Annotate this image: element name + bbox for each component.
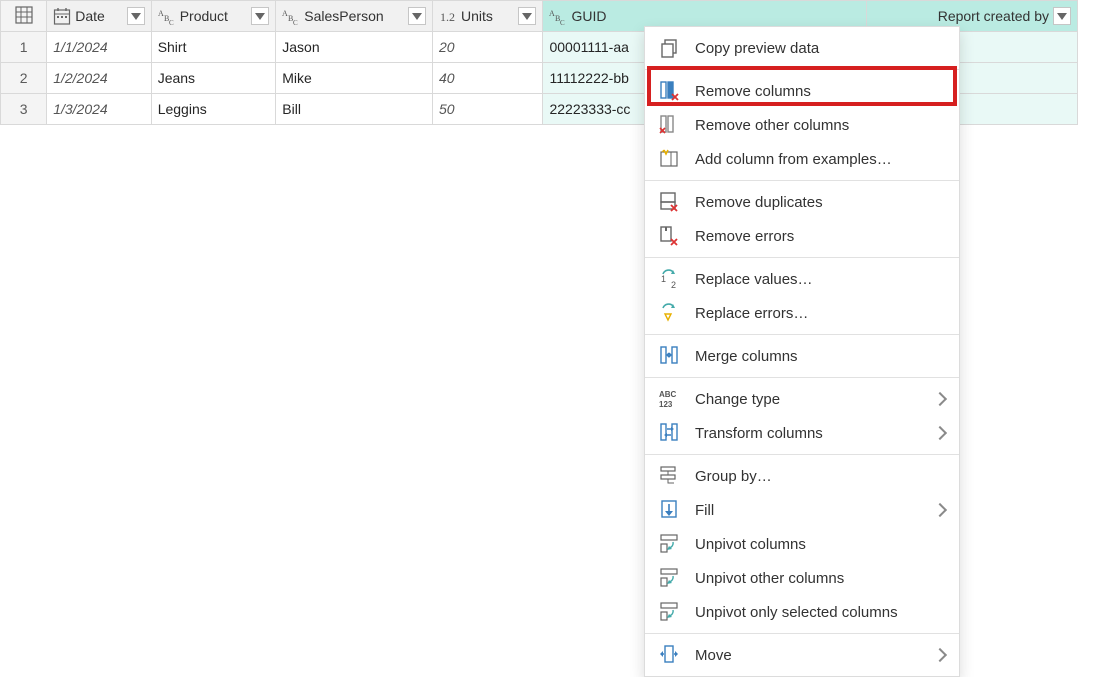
chevron-right-icon <box>933 426 947 440</box>
column-label: Product <box>180 8 248 24</box>
menu-remove-duplicates[interactable]: Remove duplicates <box>645 185 959 219</box>
menu-change-type[interactable]: Change type <box>645 382 959 416</box>
number-type-icon <box>439 7 457 25</box>
transform-columns-icon <box>659 422 681 444</box>
menu-merge-columns[interactable]: Merge columns <box>645 339 959 373</box>
remove-other-columns-icon <box>659 114 681 136</box>
row-number: 3 <box>1 94 47 125</box>
row-number: 2 <box>1 63 47 94</box>
merge-columns-icon <box>659 345 681 367</box>
filter-button[interactable] <box>251 7 269 25</box>
menu-copy-preview-data[interactable]: Copy preview data <box>645 31 959 65</box>
menu-separator <box>645 257 959 258</box>
unpivot-icon <box>659 601 681 623</box>
column-label: SalesPerson <box>304 8 404 24</box>
replace-values-icon <box>659 268 681 290</box>
column-label: Report created by <box>873 8 1049 24</box>
column-header-product[interactable]: Product <box>151 1 276 32</box>
unpivot-icon <box>659 533 681 555</box>
text-type-icon <box>282 7 300 25</box>
filter-button[interactable] <box>518 7 536 25</box>
menu-fill[interactable]: Fill <box>645 493 959 527</box>
menu-separator <box>645 377 959 378</box>
menu-replace-values[interactable]: Replace values… <box>645 262 959 296</box>
menu-replace-errors[interactable]: Replace errors… <box>645 296 959 330</box>
menu-unpivot-columns[interactable]: Unpivot columns <box>645 527 959 561</box>
column-label: Units <box>461 8 515 24</box>
calendar-icon <box>53 7 71 25</box>
cell-units[interactable]: 40 <box>432 63 543 94</box>
filter-button[interactable] <box>1053 7 1071 25</box>
menu-move[interactable]: Move <box>645 638 959 672</box>
table-icon <box>15 6 33 24</box>
chevron-right-icon <box>933 503 947 517</box>
unpivot-icon <box>659 567 681 589</box>
menu-remove-errors[interactable]: Remove errors <box>645 219 959 253</box>
row-selector-header[interactable] <box>1 1 47 32</box>
copy-icon <box>659 37 681 59</box>
column-label: GUID <box>571 8 860 24</box>
menu-separator <box>645 334 959 335</box>
menu-transform-columns[interactable]: Transform columns <box>645 416 959 450</box>
chevron-right-icon <box>933 392 947 406</box>
column-label: Date <box>75 8 122 24</box>
move-icon <box>659 644 681 666</box>
chevron-right-icon <box>933 648 947 662</box>
cell-units[interactable]: 20 <box>432 32 543 63</box>
filter-button[interactable] <box>127 7 145 25</box>
column-header-date[interactable]: Date <box>47 1 151 32</box>
cell-salesperson[interactable]: Jason <box>276 32 433 63</box>
add-column-icon <box>659 148 681 170</box>
menu-unpivot-other-columns[interactable]: Unpivot other columns <box>645 561 959 595</box>
menu-separator <box>645 633 959 634</box>
group-by-icon <box>659 465 681 487</box>
row-number: 1 <box>1 32 47 63</box>
cell-date[interactable]: 1/2/2024 <box>47 63 151 94</box>
cell-salesperson[interactable]: Bill <box>276 94 433 125</box>
fill-icon <box>659 499 681 521</box>
menu-unpivot-only-selected[interactable]: Unpivot only selected columns <box>645 595 959 629</box>
menu-separator <box>645 69 959 70</box>
cell-date[interactable]: 1/3/2024 <box>47 94 151 125</box>
menu-remove-columns[interactable]: Remove columns <box>645 74 959 108</box>
menu-group-by[interactable]: Group by… <box>645 459 959 493</box>
menu-add-column-from-examples[interactable]: Add column from examples… <box>645 142 959 176</box>
change-type-icon <box>659 388 681 410</box>
remove-duplicates-icon <box>659 191 681 213</box>
menu-separator <box>645 180 959 181</box>
column-context-menu: Copy preview data Remove columns Remove … <box>644 26 960 677</box>
cell-product[interactable]: Jeans <box>151 63 276 94</box>
cell-salesperson[interactable]: Mike <box>276 63 433 94</box>
remove-errors-icon <box>659 225 681 247</box>
text-type-icon <box>158 7 176 25</box>
column-header-salesperson[interactable]: SalesPerson <box>276 1 433 32</box>
replace-errors-icon <box>659 302 681 324</box>
cell-product[interactable]: Shirt <box>151 32 276 63</box>
column-header-units[interactable]: Units <box>432 1 543 32</box>
cell-product[interactable]: Leggins <box>151 94 276 125</box>
remove-columns-icon <box>659 80 681 102</box>
cell-date[interactable]: 1/1/2024 <box>47 32 151 63</box>
menu-separator <box>645 454 959 455</box>
menu-remove-other-columns[interactable]: Remove other columns <box>645 108 959 142</box>
text-type-icon <box>549 7 567 25</box>
filter-button[interactable] <box>408 7 426 25</box>
cell-units[interactable]: 50 <box>432 94 543 125</box>
